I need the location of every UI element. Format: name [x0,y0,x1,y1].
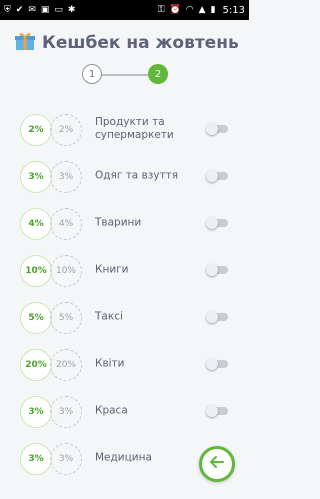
gift-icon [14,30,36,56]
toggle-knob [206,122,218,135]
cashback-percent: 20% [20,349,52,381]
cashback-percent-secondary: 5% [50,302,82,334]
category-toggle[interactable] [206,404,228,417]
toggle-knob [206,263,218,276]
toggle-knob [206,216,218,229]
cashback-percent-secondary: 3% [50,161,82,193]
cashback-percent-secondary: 2% [50,114,82,146]
category-label: Медицина [95,451,152,463]
cashback-percent-secondary: 3% [50,443,82,475]
status-time: 5:13 [222,4,245,16]
cashback-percent: 3% [20,443,52,475]
back-button[interactable] [199,446,235,482]
mail-icon: ✉ [28,4,36,15]
page-header: Кешбек на жовтень [14,30,239,56]
toggle-knob [206,404,218,417]
bug-icon: ✱ [67,4,76,15]
wifi-icon: ◠ [185,4,194,15]
shield-icon: ⛨ [4,4,11,15]
card-icon: ▭ [54,4,63,15]
page-title: Кешбек на жовтень [42,33,239,53]
category-row: 3% 3% Краса [0,387,249,434]
category-row: 10% 10% Книги [0,246,249,293]
category-row: 5% 5% Таксі [0,293,249,340]
category-label: Продукти та супермаркети [95,115,174,141]
cashback-percent: 3% [20,396,52,428]
arrow-left-icon [208,453,226,475]
category-label: Таксі [95,310,123,322]
alarm-icon: ⏰ [169,4,181,15]
toggle-knob [206,310,218,323]
category-label: Книги [95,263,129,275]
category-row: 20% 20% Квіти [0,340,249,387]
stepper: 1 2 [82,64,168,86]
key-icon: ⚿ [157,4,165,15]
category-row: 4% 4% Тварини [0,199,249,246]
category-row: 3% 3% Одяг та взуття [0,152,249,199]
category-toggle[interactable] [206,216,228,229]
category-toggle[interactable] [206,122,228,135]
category-toggle[interactable] [206,310,228,323]
step-1[interactable]: 1 [82,64,102,84]
box-icon: ▣ [40,4,50,15]
category-list: 2% 2% Продукти та супермаркети 3% 3% Одя… [0,105,249,481]
category-label: Квіти [95,357,125,369]
category-toggle[interactable] [206,263,228,276]
category-label: Краса [95,404,128,416]
category-label: Одяг та взуття [95,169,179,181]
category-label: Тварини [95,216,142,228]
cashback-percent: 2% [20,114,52,146]
cashback-percent: 5% [20,302,52,334]
stepper-line [102,74,148,76]
cashback-percent-secondary: 20% [50,349,82,381]
cashback-percent-secondary: 4% [50,208,82,240]
cashback-percent: 3% [20,161,52,193]
battery-icon: ▮ [210,4,216,15]
signal-icon: ▲ [198,4,206,15]
category-row: 2% 2% Продукти та супермаркети [0,105,249,152]
check-icon: ✔ [15,4,24,15]
cashback-percent: 10% [20,255,52,287]
toggle-knob [206,357,218,370]
step-2[interactable]: 2 [148,64,168,84]
category-toggle[interactable] [206,357,228,370]
toggle-knob [206,169,218,182]
status-bar: ⛨ ✔ ✉ ▣ ▭ ✱ ⚿ ⏰ ◠ ▲ ▮ 5:13 [0,0,249,20]
category-toggle[interactable] [206,169,228,182]
cashback-percent: 4% [20,208,52,240]
cashback-percent-secondary: 10% [50,255,82,287]
cashback-percent-secondary: 3% [50,396,82,428]
